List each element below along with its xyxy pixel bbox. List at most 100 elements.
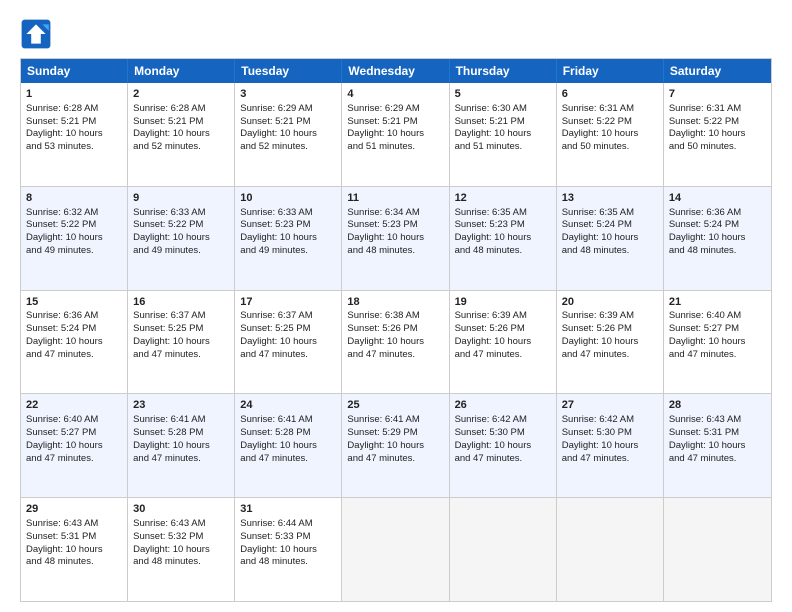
day-info: Sunrise: 6:43 AM <box>669 414 766 427</box>
day-cell-3: 3Sunrise: 6:29 AMSunset: 5:21 PMDaylight… <box>235 83 342 186</box>
day-info: and 47 minutes. <box>240 453 336 466</box>
header <box>20 18 772 50</box>
day-number: 23 <box>133 398 229 413</box>
day-cell-30: 30Sunrise: 6:43 AMSunset: 5:32 PMDayligh… <box>128 498 235 601</box>
day-info: Daylight: 10 hours <box>562 128 658 141</box>
day-info: Sunset: 5:26 PM <box>562 323 658 336</box>
day-info: Daylight: 10 hours <box>669 336 766 349</box>
day-number: 15 <box>26 295 122 310</box>
day-info: Sunrise: 6:31 AM <box>562 103 658 116</box>
day-info: Daylight: 10 hours <box>240 128 336 141</box>
day-info: Sunrise: 6:29 AM <box>347 103 443 116</box>
day-info: Sunrise: 6:28 AM <box>133 103 229 116</box>
day-info: Sunset: 5:26 PM <box>455 323 551 336</box>
day-info: and 52 minutes. <box>240 141 336 154</box>
day-number: 18 <box>347 295 443 310</box>
day-info: Daylight: 10 hours <box>26 128 122 141</box>
day-info: and 49 minutes. <box>26 245 122 258</box>
day-cell-23: 23Sunrise: 6:41 AMSunset: 5:28 PMDayligh… <box>128 394 235 497</box>
day-cell-25: 25Sunrise: 6:41 AMSunset: 5:29 PMDayligh… <box>342 394 449 497</box>
day-number: 28 <box>669 398 766 413</box>
day-info: Sunset: 5:33 PM <box>240 531 336 544</box>
calendar-week-5: 29Sunrise: 6:43 AMSunset: 5:31 PMDayligh… <box>21 498 771 601</box>
day-info: Sunrise: 6:41 AM <box>240 414 336 427</box>
day-info: Sunrise: 6:31 AM <box>669 103 766 116</box>
day-cell-14: 14Sunrise: 6:36 AMSunset: 5:24 PMDayligh… <box>664 187 771 290</box>
day-info: and 48 minutes. <box>455 245 551 258</box>
day-number: 5 <box>455 87 551 102</box>
day-info: Sunset: 5:31 PM <box>26 531 122 544</box>
header-day-thursday: Thursday <box>450 59 557 83</box>
day-info: Sunset: 5:31 PM <box>669 427 766 440</box>
day-info: Daylight: 10 hours <box>669 440 766 453</box>
day-info: Sunset: 5:21 PM <box>26 116 122 129</box>
day-number: 4 <box>347 87 443 102</box>
day-info: Sunrise: 6:37 AM <box>133 310 229 323</box>
day-info: Daylight: 10 hours <box>26 544 122 557</box>
day-info: Daylight: 10 hours <box>347 232 443 245</box>
day-number: 30 <box>133 502 229 517</box>
day-cell-9: 9Sunrise: 6:33 AMSunset: 5:22 PMDaylight… <box>128 187 235 290</box>
day-info: Sunrise: 6:37 AM <box>240 310 336 323</box>
day-number: 25 <box>347 398 443 413</box>
day-cell-1: 1Sunrise: 6:28 AMSunset: 5:21 PMDaylight… <box>21 83 128 186</box>
day-number: 24 <box>240 398 336 413</box>
header-day-sunday: Sunday <box>21 59 128 83</box>
header-day-friday: Friday <box>557 59 664 83</box>
day-cell-4: 4Sunrise: 6:29 AMSunset: 5:21 PMDaylight… <box>342 83 449 186</box>
day-info: Sunset: 5:21 PM <box>133 116 229 129</box>
day-info: and 48 minutes. <box>133 556 229 569</box>
day-cell-27: 27Sunrise: 6:42 AMSunset: 5:30 PMDayligh… <box>557 394 664 497</box>
day-info: Sunrise: 6:42 AM <box>455 414 551 427</box>
calendar-week-4: 22Sunrise: 6:40 AMSunset: 5:27 PMDayligh… <box>21 394 771 498</box>
day-info: Sunrise: 6:41 AM <box>133 414 229 427</box>
day-info: Sunset: 5:24 PM <box>562 219 658 232</box>
day-info: and 49 minutes. <box>240 245 336 258</box>
day-number: 31 <box>240 502 336 517</box>
day-number: 11 <box>347 191 443 206</box>
header-day-saturday: Saturday <box>664 59 771 83</box>
day-cell-22: 22Sunrise: 6:40 AMSunset: 5:27 PMDayligh… <box>21 394 128 497</box>
day-info: and 47 minutes. <box>562 349 658 362</box>
day-info: and 48 minutes. <box>240 556 336 569</box>
day-info: Sunset: 5:21 PM <box>240 116 336 129</box>
day-number: 19 <box>455 295 551 310</box>
day-info: Sunset: 5:23 PM <box>240 219 336 232</box>
day-info: Sunset: 5:21 PM <box>347 116 443 129</box>
day-info: and 50 minutes. <box>669 141 766 154</box>
day-info: Daylight: 10 hours <box>133 232 229 245</box>
day-info: and 51 minutes. <box>347 141 443 154</box>
day-info: Daylight: 10 hours <box>26 336 122 349</box>
day-info: and 47 minutes. <box>26 453 122 466</box>
day-info: Daylight: 10 hours <box>669 128 766 141</box>
day-info: and 51 minutes. <box>455 141 551 154</box>
header-day-monday: Monday <box>128 59 235 83</box>
day-cell-6: 6Sunrise: 6:31 AMSunset: 5:22 PMDaylight… <box>557 83 664 186</box>
day-info: Sunset: 5:23 PM <box>455 219 551 232</box>
day-info: Daylight: 10 hours <box>133 128 229 141</box>
empty-cell <box>664 498 771 601</box>
day-number: 22 <box>26 398 122 413</box>
day-info: Sunset: 5:24 PM <box>26 323 122 336</box>
day-info: and 47 minutes. <box>562 453 658 466</box>
day-info: Sunset: 5:32 PM <box>133 531 229 544</box>
day-info: Daylight: 10 hours <box>455 440 551 453</box>
day-info: Sunrise: 6:44 AM <box>240 518 336 531</box>
day-info: Daylight: 10 hours <box>455 336 551 349</box>
day-info: and 47 minutes. <box>455 453 551 466</box>
day-info: Daylight: 10 hours <box>347 128 443 141</box>
day-info: Daylight: 10 hours <box>347 336 443 349</box>
day-info: Daylight: 10 hours <box>133 336 229 349</box>
calendar-header: SundayMondayTuesdayWednesdayThursdayFrid… <box>21 59 771 83</box>
empty-cell <box>342 498 449 601</box>
day-info: Sunset: 5:27 PM <box>26 427 122 440</box>
day-info: Sunrise: 6:39 AM <box>562 310 658 323</box>
day-info: Sunrise: 6:33 AM <box>133 207 229 220</box>
day-cell-19: 19Sunrise: 6:39 AMSunset: 5:26 PMDayligh… <box>450 291 557 394</box>
day-info: and 47 minutes. <box>133 453 229 466</box>
day-info: Sunrise: 6:32 AM <box>26 207 122 220</box>
day-cell-5: 5Sunrise: 6:30 AMSunset: 5:21 PMDaylight… <box>450 83 557 186</box>
day-info: Sunrise: 6:43 AM <box>133 518 229 531</box>
day-number: 2 <box>133 87 229 102</box>
logo-icon <box>20 18 52 50</box>
